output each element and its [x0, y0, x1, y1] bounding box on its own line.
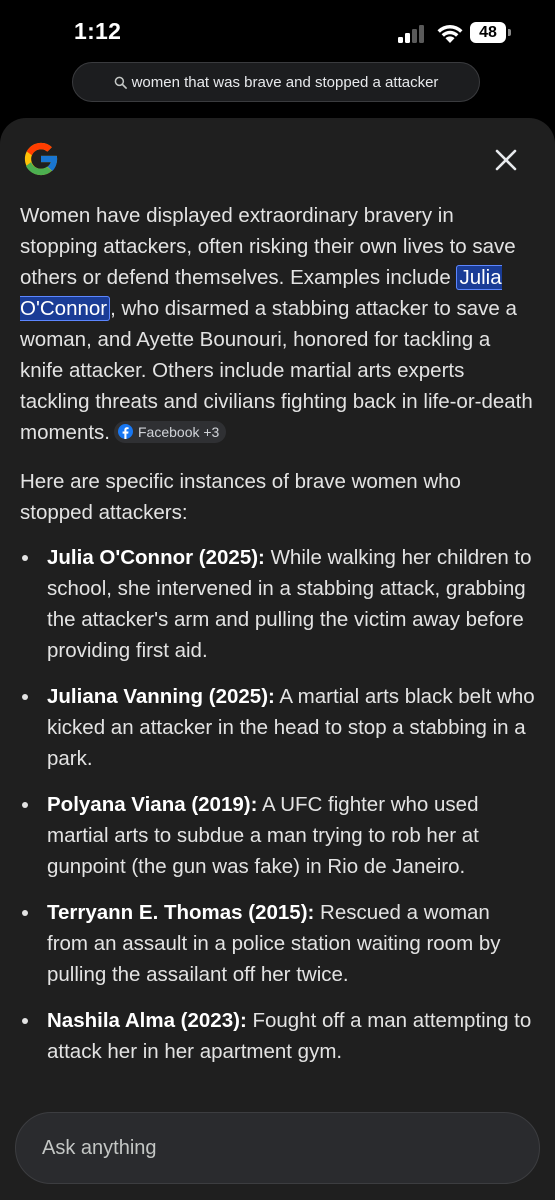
source-chip-button[interactable]: Facebook +3: [114, 420, 227, 443]
battery-indicator: 48: [470, 22, 512, 44]
bullet: [22, 802, 28, 808]
instance-name: Juliana Vanning (2025):: [47, 685, 275, 708]
bullet: [22, 694, 28, 700]
instance-name: Polyana Viana (2019):: [47, 793, 258, 816]
list-item: Julia O'Connor (2025): While walking her…: [20, 542, 535, 666]
close-icon: [495, 149, 517, 171]
instance-name: Terryann E. Thomas (2015):: [47, 901, 315, 924]
intro-paragraph: Women have displayed extraordinary brave…: [20, 200, 535, 448]
list-item: Juliana Vanning (2025): A martial arts b…: [20, 681, 535, 774]
ai-overview-sheet: Women have displayed extraordinary brave…: [0, 118, 555, 1200]
bullet: [22, 1018, 28, 1024]
cellular-signal-icon: [398, 25, 424, 43]
battery-cap: [508, 29, 511, 36]
bullet: [22, 910, 28, 916]
instances-list: Julia O'Connor (2025): While walking her…: [20, 542, 535, 1067]
search-query-text: women that was brave and stopped a attac…: [131, 73, 439, 91]
ask-placeholder: Ask anything: [42, 1136, 157, 1159]
list-item: Nashila Alma (2023): Fought off a man at…: [20, 1005, 535, 1067]
instances-subhead: Here are specific instances of brave wom…: [20, 470, 461, 524]
status-time: 1:12: [74, 18, 122, 44]
search-icon: [114, 76, 127, 89]
list-item: Polyana Viana (2019): A UFC fighter who …: [20, 789, 535, 882]
status-bar: 1:12 48: [0, 0, 555, 62]
close-button[interactable]: [486, 140, 526, 180]
overview-intro: Women have displayed extraordinary brave…: [20, 200, 535, 448]
facebook-icon: [118, 424, 133, 440]
bullet: [22, 555, 28, 561]
battery-level: 48: [470, 22, 506, 43]
wifi-icon: [437, 24, 463, 43]
overview-content: Women have displayed extraordinary brave…: [20, 200, 535, 1082]
search-query-pill[interactable]: women that was brave and stopped a attac…: [72, 62, 480, 102]
list-item: Terryann E. Thomas (2015): Rescued a wom…: [20, 897, 535, 990]
instance-name: Julia O'Connor (2025):: [47, 546, 265, 569]
intro-text-before: Women have displayed extraordinary brave…: [20, 204, 516, 289]
source-chip-label: Facebook +3: [138, 423, 220, 440]
content-fade: [0, 1190, 555, 1200]
google-g-logo-icon: [24, 142, 59, 176]
instance-name: Nashila Alma (2023):: [47, 1009, 247, 1032]
ask-anything-input[interactable]: Ask anything: [15, 1112, 540, 1184]
